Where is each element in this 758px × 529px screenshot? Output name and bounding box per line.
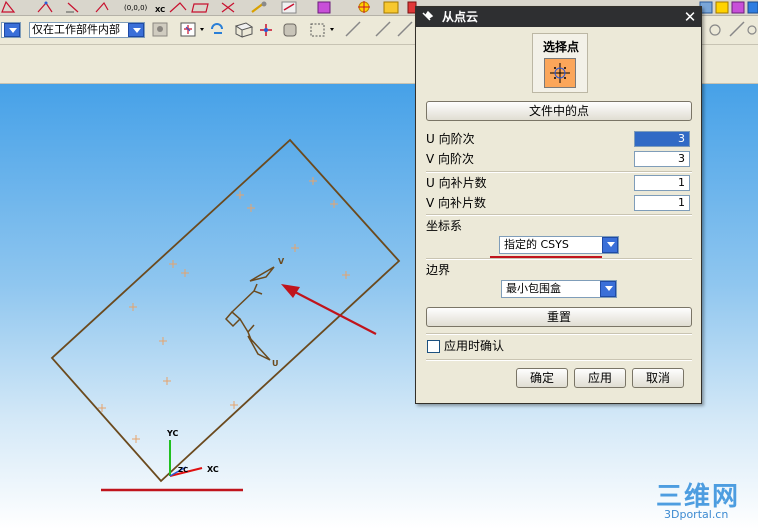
point-marker [291,244,299,252]
divider [426,333,692,335]
feature-tool-icon[interactable] [383,1,399,14]
box-select-icon[interactable] [234,22,254,38]
zc-axis-label: ZC [178,466,188,474]
u-degree-input[interactable]: 3 [634,131,690,147]
pin-icon[interactable] [420,10,434,24]
point-marker [129,303,137,311]
render-tool-icon[interactable] [731,1,745,14]
select-points-label: 选择点 [542,40,579,54]
chevron-down-icon[interactable] [600,281,616,297]
point-marker [230,401,238,409]
point-marker [236,191,244,199]
chevron-down-icon[interactable] [330,28,334,31]
select-points-button[interactable] [544,58,576,88]
point-marker [330,200,338,208]
v-patches-input[interactable]: 1 [634,195,690,211]
divider [426,258,692,260]
reset-button[interactable]: 重置 [426,307,692,327]
point-marker [309,177,317,185]
chevron-down-icon[interactable] [200,28,204,31]
rectangle-select-icon[interactable] [310,23,325,37]
select-similar-icon[interactable] [152,22,168,37]
u-patches-input[interactable]: 1 [634,175,690,191]
snap-quadrant-icon[interactable] [747,25,757,35]
curve-tool-icon[interactable] [95,1,109,13]
ok-button[interactable]: 确定 [516,368,568,388]
datum-tool-icon[interactable] [221,2,235,13]
u-degree-label: U 向阶次 [426,132,475,146]
confirm-on-apply-checkbox[interactable] [427,340,440,353]
origin-icon-label[interactable]: (0,0,0) [124,4,148,12]
divider [426,171,692,173]
u-direction-label: U [272,359,279,368]
point-marker [181,269,189,277]
dialog-title: 从点云 [442,10,479,24]
hand-select-icon[interactable] [283,23,297,37]
from-point-cloud-dialog: 从点云 ✕ 选择点 文件中的点 U 向阶次 3 V 向阶次 3 U 向补片数 1… [415,6,702,404]
apply-button[interactable]: 应用 [574,368,626,388]
point-marker [169,260,177,268]
wrench-tool-icon[interactable] [251,1,267,13]
spline-tool-icon[interactable] [37,1,53,13]
xc-axis-label: XC [207,465,219,474]
uv-direction-indicator [224,266,275,361]
points-from-file-button[interactable]: 文件中的点 [426,101,692,121]
point-cloud[interactable] [98,177,350,443]
point-marker [159,337,167,345]
color-tool-icon[interactable] [747,1,758,14]
divider [426,214,692,216]
palette-tool-icon[interactable] [317,1,331,14]
v-degree-input[interactable]: 3 [634,151,690,167]
v-degree-label: V 向阶次 [426,152,475,166]
v-direction-label: V [278,257,285,266]
plane-tool-icon[interactable] [191,3,209,13]
point-marker [163,377,171,385]
surface-boundary[interactable] [50,138,401,483]
yc-axis-label: YC [166,429,179,438]
u-patches-label: U 向补片数 [426,176,487,190]
point-tool-icon[interactable] [66,2,79,13]
point-marker [342,271,350,279]
point-marker [247,204,255,212]
snap-line-icon[interactable] [397,21,413,37]
snap-midpoint-icon[interactable] [375,21,391,37]
display-tool-icon[interactable] [715,1,729,14]
edit-tool-icon[interactable] [281,1,297,14]
line-tool-icon[interactable] [1,0,16,13]
conic-tool-icon[interactable] [169,2,187,13]
boundary-label: 边界 [426,263,451,277]
move-tool-icon[interactable] [358,1,370,13]
close-icon[interactable]: ✕ [682,9,698,25]
v-patches-label: V 向补片数 [426,196,487,210]
select-points-group: 选择点 [532,33,588,93]
csys-value: 指定的 CSYS [504,238,569,251]
boundary-dropdown[interactable]: 最小包围盒 [501,280,617,298]
csys-label: 坐标系 [426,219,463,233]
snap-arc-icon[interactable] [729,21,745,37]
point-select-icon [550,63,570,83]
annotation-arrowhead [281,284,300,298]
dialog-title-bar[interactable]: 从点云 ✕ [416,7,701,27]
xc-icon-label[interactable]: XC [155,6,165,14]
boundary-value: 最小包围盒 [506,282,561,295]
divider [426,359,692,361]
chevron-down-icon[interactable] [602,237,618,253]
snap-center-icon[interactable] [709,24,721,36]
cancel-button[interactable]: 取消 [632,368,684,388]
point-snap-icon[interactable] [260,24,272,36]
csys-dropdown[interactable]: 指定的 CSYS [499,236,619,254]
watermark-url: 3Dportal.cn [664,508,729,521]
point-marker [132,435,140,443]
snap-endpoint-icon[interactable] [345,21,361,37]
annotation-arrow [294,291,377,335]
confirm-on-apply-label: 应用时确认 [444,339,505,353]
rotate-view-icon[interactable] [211,23,223,34]
snap-point-icon[interactable] [180,22,196,37]
